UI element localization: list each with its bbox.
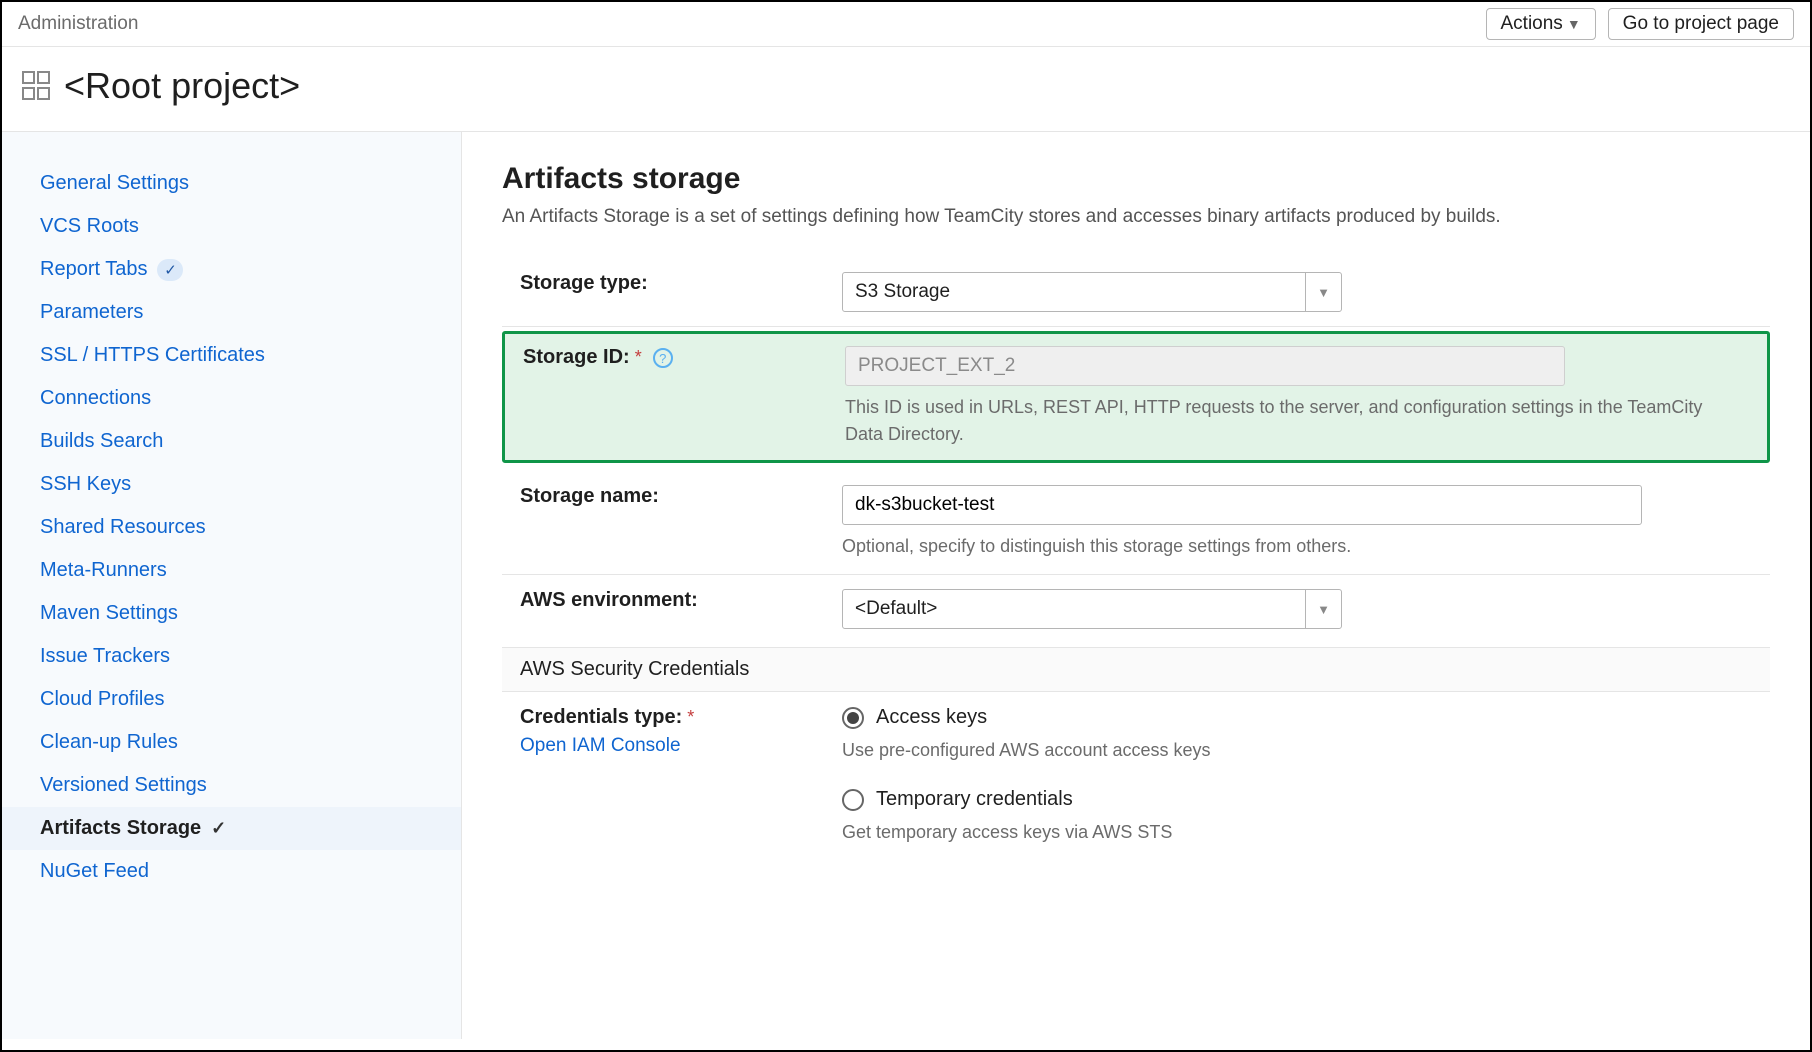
temp-credentials-label: Temporary credentials: [876, 788, 1073, 811]
header-actions: Actions▼ Go to project page: [1486, 8, 1795, 40]
required-marker: *: [635, 347, 642, 367]
temp-credentials-hint: Get temporary access keys via AWS STS: [842, 819, 1770, 846]
chevron-down-icon: ▼: [1305, 273, 1341, 311]
access-keys-hint: Use pre-configured AWS account access ke…: [842, 737, 1770, 764]
sidebar-item-artifacts-storage[interactable]: Artifacts Storage ✓: [2, 807, 461, 850]
credentials-type-row: Credentials type: * Open IAM Console Acc…: [502, 692, 1770, 884]
count-badge: ✓: [157, 259, 183, 281]
aws-env-label: AWS environment:: [520, 589, 698, 611]
breadcrumb[interactable]: Administration: [18, 13, 138, 35]
aws-env-select[interactable]: <Default> ▼: [842, 589, 1342, 629]
storage-id-hint: This ID is used in URLs, REST API, HTTP …: [845, 394, 1745, 448]
actions-button[interactable]: Actions▼: [1486, 8, 1596, 40]
sidebar-item-connections[interactable]: Connections: [2, 377, 461, 420]
sidebar-item-issue-trackers[interactable]: Issue Trackers: [2, 635, 461, 678]
temp-credentials-option: Temporary credentials Get temporary acce…: [842, 788, 1770, 846]
sidebar-item-vcs-roots[interactable]: VCS Roots: [2, 205, 461, 248]
sidebar-item-clean-up-rules[interactable]: Clean-up Rules: [2, 721, 461, 764]
storage-type-label: Storage type:: [520, 272, 648, 294]
storage-type-value: S3 Storage: [843, 281, 1305, 303]
storage-id-input[interactable]: [845, 346, 1565, 386]
storage-id-label: Storage ID:: [523, 346, 630, 368]
temp-credentials-radio[interactable]: [842, 789, 864, 811]
access-keys-option: Access keys Use pre-configured AWS accou…: [842, 706, 1770, 764]
sidebar-item-report-tabs[interactable]: Report Tabs ✓: [2, 248, 461, 291]
main-content: Artifacts storage An Artifacts Storage i…: [462, 132, 1810, 1039]
aws-env-row: AWS environment: <Default> ▼: [502, 575, 1770, 643]
storage-id-highlight: Storage ID: * ? This ID is used in URLs,…: [502, 331, 1770, 463]
sidebar-item-label: VCS Roots: [40, 215, 139, 238]
actions-button-label: Actions: [1501, 13, 1563, 34]
sidebar-item-label: Cloud Profiles: [40, 688, 165, 711]
required-marker: *: [687, 707, 694, 727]
sidebar-item-label: Report Tabs: [40, 258, 147, 281]
access-keys-label: Access keys: [876, 706, 987, 729]
sidebar-item-label: Versioned Settings: [40, 774, 207, 797]
main-heading: Artifacts storage: [502, 162, 1770, 196]
aws-creds-section-header: AWS Security Credentials: [502, 647, 1770, 692]
header-bar: Administration Actions▼ Go to project pa…: [2, 2, 1810, 47]
help-icon[interactable]: ?: [653, 348, 673, 368]
sidebar-item-label: Connections: [40, 387, 151, 410]
sidebar-item-cloud-profiles[interactable]: Cloud Profiles: [2, 678, 461, 721]
sidebar-item-meta-runners[interactable]: Meta-Runners: [2, 549, 461, 592]
sidebar-item-versioned-settings[interactable]: Versioned Settings: [2, 764, 461, 807]
credentials-type-label: Credentials type:: [520, 706, 682, 728]
storage-name-row: Storage name: Optional, specify to disti…: [502, 471, 1770, 575]
storage-type-select[interactable]: S3 Storage ▼: [842, 272, 1342, 312]
sidebar-item-label: SSL / HTTPS Certificates: [40, 344, 265, 367]
sidebar: General Settings VCS Roots Report Tabs ✓ Par…: [2, 132, 462, 1039]
sidebar-item-label: Artifacts Storage: [40, 817, 201, 840]
sidebar-item-ssh-keys[interactable]: SSH Keys: [2, 463, 461, 506]
caret-down-icon: ▼: [1567, 16, 1581, 32]
chevron-down-icon: ▼: [1305, 590, 1341, 628]
sidebar-item-label: Maven Settings: [40, 602, 178, 625]
sidebar-item-maven-settings[interactable]: Maven Settings: [2, 592, 461, 635]
sidebar-item-label: NuGet Feed: [40, 860, 149, 883]
storage-type-row: Storage type: S3 Storage ▼: [502, 258, 1770, 327]
sidebar-item-general-settings[interactable]: General Settings: [2, 162, 461, 205]
sidebar-item-label: Meta-Runners: [40, 559, 167, 582]
storage-name-input[interactable]: [842, 485, 1642, 525]
check-icon: ✓: [211, 818, 226, 839]
sidebar-item-parameters[interactable]: Parameters: [2, 291, 461, 334]
page-title: <Root project>: [64, 65, 300, 107]
storage-name-hint: Optional, specify to distinguish this st…: [842, 533, 1770, 560]
sidebar-item-nuget-feed[interactable]: NuGet Feed: [2, 850, 461, 893]
aws-env-value: <Default>: [843, 598, 1305, 620]
main-description: An Artifacts Storage is a set of setting…: [502, 206, 1770, 228]
project-icon: [22, 71, 52, 101]
sidebar-item-builds-search[interactable]: Builds Search: [2, 420, 461, 463]
goto-project-button[interactable]: Go to project page: [1608, 8, 1794, 40]
storage-name-label: Storage name:: [520, 485, 659, 507]
sidebar-item-shared-resources[interactable]: Shared Resources: [2, 506, 461, 549]
sidebar-item-label: General Settings: [40, 172, 189, 195]
page-title-row: <Root project>: [2, 47, 1810, 131]
sidebar-item-label: Builds Search: [40, 430, 163, 453]
sidebar-item-label: Parameters: [40, 301, 143, 324]
access-keys-radio[interactable]: [842, 707, 864, 729]
sidebar-item-label: Clean-up Rules: [40, 731, 178, 754]
sidebar-item-label: Shared Resources: [40, 516, 206, 539]
sidebar-item-ssl-https-certificates[interactable]: SSL / HTTPS Certificates: [2, 334, 461, 377]
open-iam-link[interactable]: Open IAM Console: [520, 735, 822, 757]
sidebar-item-label: SSH Keys: [40, 473, 131, 496]
sidebar-item-label: Issue Trackers: [40, 645, 170, 668]
